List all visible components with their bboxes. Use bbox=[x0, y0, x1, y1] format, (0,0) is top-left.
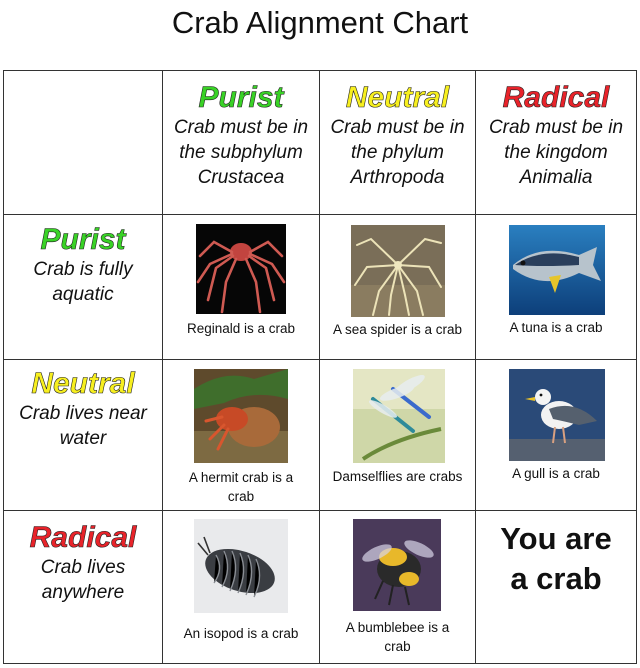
column-desc-line: the phylum bbox=[351, 142, 444, 163]
bumblebee-photo bbox=[353, 519, 441, 611]
cell-neutral-radical: A gull is a crab bbox=[476, 360, 636, 510]
cell-caption: crab bbox=[227, 489, 255, 504]
sea-spider-photo bbox=[351, 225, 445, 317]
column-header-purist: Purist Crab must be in the subphylum Cru… bbox=[163, 81, 319, 190]
row-label: Neutral bbox=[31, 367, 135, 401]
row-header-neutral: Neutral Crab lives near water bbox=[4, 367, 162, 451]
row-header-radical: Radical Crab lives anywhere bbox=[4, 521, 162, 605]
you-are-a-crab-line: You are bbox=[500, 521, 612, 556]
column-header-neutral: Neutral Crab must be in the phylum Arthr… bbox=[320, 81, 475, 190]
cell-caption: Reginald is a crab bbox=[186, 321, 296, 336]
column-desc-line: Arthropoda bbox=[350, 167, 445, 188]
cell-radical-radical: You are a crab bbox=[476, 511, 636, 663]
cell-caption: A bumblebee is a bbox=[345, 620, 450, 635]
cell-caption: crab bbox=[384, 639, 411, 654]
cell-neutral-neutral: Damselflies are crabs bbox=[320, 360, 475, 510]
row-desc-line: aquatic bbox=[52, 284, 114, 305]
column-header-radical: Radical Crab must be in the kingdom Anim… bbox=[476, 81, 636, 190]
row-label: Purist bbox=[40, 223, 126, 257]
cell-caption: A tuna is a crab bbox=[509, 320, 603, 335]
cell-radical-neutral: A bumblebee is a crab bbox=[320, 511, 475, 663]
column-desc-line: Crab must be in bbox=[173, 117, 309, 138]
cell-purist-radical: A tuna is a crab bbox=[476, 215, 636, 359]
row-header-purist: Purist Crab is fully aquatic bbox=[4, 223, 162, 307]
cell-purist-neutral: A sea spider is a crab bbox=[320, 215, 475, 359]
column-desc-line: the subphylum bbox=[179, 142, 303, 163]
cell-caption: An isopod is a crab bbox=[183, 626, 299, 641]
hermit-crab-photo bbox=[194, 369, 288, 463]
cell-caption: A sea spider is a crab bbox=[332, 322, 463, 337]
column-label: Purist bbox=[198, 81, 284, 115]
alignment-grid: Purist Crab must be in the subphylum Cru… bbox=[3, 70, 637, 664]
row-desc-line: Crab is fully bbox=[33, 259, 133, 280]
column-desc-line: Crustacea bbox=[197, 167, 285, 188]
cell-purist-purist: Reginald is a crab bbox=[163, 215, 319, 359]
damselflies-photo bbox=[353, 369, 445, 463]
gull-photo bbox=[509, 369, 605, 461]
row-desc-line: Crab lives bbox=[40, 557, 126, 578]
spider-crab-photo bbox=[196, 224, 286, 314]
cell-caption: Damselflies are crabs bbox=[332, 469, 463, 484]
row-desc-line: Crab lives near bbox=[19, 403, 147, 424]
column-desc-line: Animalia bbox=[519, 167, 593, 188]
column-label: Radical bbox=[502, 81, 610, 115]
column-label: Neutral bbox=[345, 81, 450, 115]
column-desc-line: the kingdom bbox=[504, 142, 608, 163]
isopod-photo bbox=[194, 519, 288, 613]
row-desc-line: water bbox=[59, 428, 107, 449]
cell-radical-purist: An isopod is a crab bbox=[163, 511, 319, 663]
row-desc-line: anywhere bbox=[41, 582, 125, 603]
chart-title: Crab Alignment Chart bbox=[171, 5, 469, 40]
column-desc-line: Crab must be in bbox=[488, 117, 624, 138]
column-desc-line: Crab must be in bbox=[330, 117, 465, 138]
cell-caption: A gull is a crab bbox=[512, 466, 600, 481]
row-label: Radical bbox=[29, 521, 137, 555]
tuna-photo bbox=[509, 225, 605, 315]
cell-neutral-purist: A hermit crab is a crab bbox=[163, 360, 319, 510]
cell-caption: A hermit crab is a bbox=[188, 470, 294, 485]
you-are-a-crab-line: a crab bbox=[510, 561, 602, 596]
